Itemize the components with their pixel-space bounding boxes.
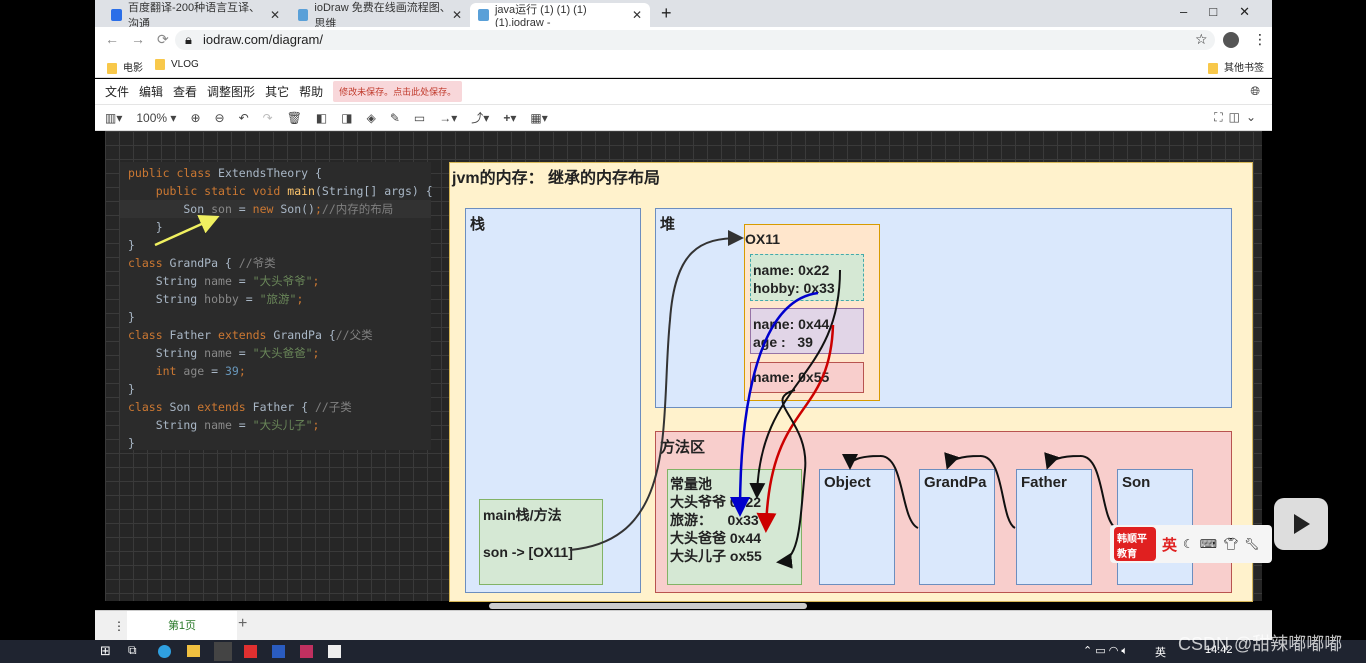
arrows-layer: [154, 215, 1117, 569]
yellow-arrow: [154, 215, 220, 247]
app-icon[interactable]: [300, 645, 313, 658]
page-tab-1[interactable]: 第1页: [127, 611, 237, 641]
wrench-icon[interactable]: 🔧︎: [1244, 537, 1259, 551]
son-ref-arrow: [569, 230, 744, 551]
father-to-grandpa: [944, 452, 1016, 529]
tray-language[interactable]: 英: [1155, 644, 1166, 660]
pages-menu-icon[interactable]: ⋮: [113, 619, 125, 633]
skin-icon[interactable]: 👕︎: [1223, 537, 1238, 551]
grandpa-to-object: [842, 453, 919, 529]
black-arrow-name22: [749, 269, 841, 499]
csdn-watermark: CSDN @甜辣嘟嘟嘟: [1178, 634, 1343, 654]
bilibili-tv-icon[interactable]: [1274, 498, 1328, 550]
horizontal-scrollbar[interactable]: [489, 603, 807, 609]
start-button[interactable]: ⊞: [100, 643, 111, 659]
edge-icon[interactable]: [158, 645, 171, 658]
chrome-icon[interactable]: [214, 642, 232, 661]
black-arrow-name55: [776, 389, 807, 569]
son-to-father: [1044, 452, 1117, 529]
moon-icon[interactable]: ☾: [1183, 537, 1194, 551]
logo-text: 韩顺平教育: [1117, 534, 1147, 560]
hanshunping-logo: 韩顺平教育: [1114, 527, 1156, 561]
keyboard-icon[interactable]: ⌨: [1200, 537, 1217, 551]
ime-language[interactable]: 英: [1162, 534, 1177, 555]
taskbar: ⊞ ⧉ ⌃ ▭ ◠ 🔈︎ 英 14:42: [0, 640, 1366, 663]
word-icon[interactable]: [272, 645, 285, 658]
app-icon[interactable]: [244, 645, 257, 658]
red-arrow: [756, 324, 835, 533]
page-tabs-bar: ⋮ 第1页 +: [95, 610, 1272, 641]
add-page-button[interactable]: +: [238, 615, 247, 633]
task-view-icon[interactable]: ⧉: [128, 643, 137, 658]
app-icon[interactable]: [328, 645, 341, 658]
blue-arrow: [730, 291, 819, 517]
tray-icons[interactable]: ⌃ ▭ ◠ 🔈︎: [1083, 644, 1128, 658]
explorer-icon[interactable]: [187, 645, 200, 657]
ime-toolbar: 韩顺平教育 英 ☾ ⌨ 👕︎ 🔧︎: [1110, 525, 1272, 563]
